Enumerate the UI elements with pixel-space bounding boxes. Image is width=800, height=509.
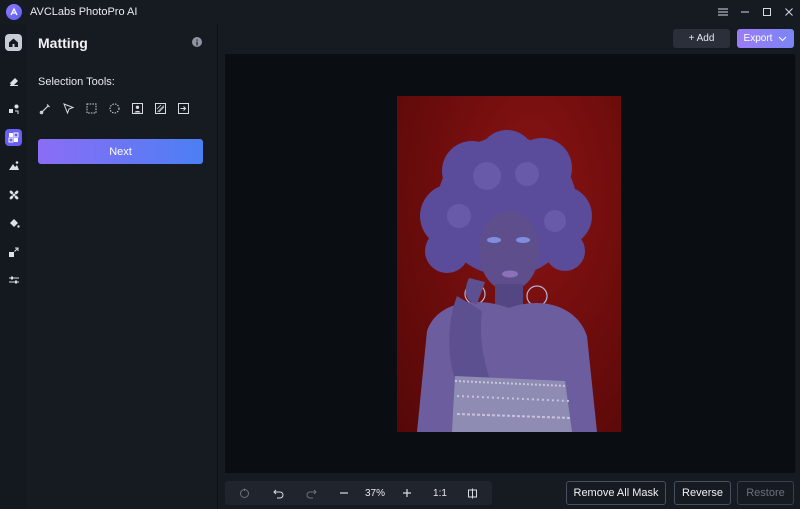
portrait-select-icon[interactable] bbox=[130, 101, 145, 116]
export-label: Export bbox=[743, 33, 773, 44]
maximize-icon[interactable] bbox=[756, 0, 778, 24]
reset-icon[interactable] bbox=[235, 481, 253, 505]
paint-bucket-icon[interactable] bbox=[5, 214, 22, 231]
pattern-select-icon[interactable] bbox=[153, 101, 168, 116]
matting-icon[interactable] bbox=[5, 129, 22, 146]
import-select-icon[interactable] bbox=[176, 101, 191, 116]
eraser-icon[interactable] bbox=[5, 72, 22, 89]
remove-all-mask-button[interactable]: Remove All Mask bbox=[566, 481, 666, 505]
panel-title: Matting bbox=[38, 35, 88, 51]
chevron-down-icon bbox=[779, 36, 787, 41]
fan-icon[interactable] bbox=[5, 186, 22, 203]
menu-icon[interactable] bbox=[712, 0, 734, 24]
crop-expand-icon[interactable] bbox=[5, 243, 22, 260]
title-bar: AVCLabs PhotoPro AI bbox=[0, 0, 800, 24]
export-button[interactable]: Export bbox=[737, 29, 794, 48]
adjust-sliders-icon[interactable] bbox=[5, 271, 22, 288]
tool-rail bbox=[0, 24, 27, 509]
pointer-icon[interactable] bbox=[61, 101, 76, 116]
zoom-out-icon[interactable] bbox=[335, 481, 353, 505]
matting-panel: Matting Selection Tools: Next bbox=[27, 24, 217, 509]
enhance-icon[interactable] bbox=[5, 157, 22, 174]
info-icon[interactable] bbox=[192, 37, 202, 47]
compare-icon[interactable] bbox=[463, 481, 481, 505]
app-title: AVCLabs PhotoPro AI bbox=[30, 6, 138, 18]
rect-select-icon[interactable] bbox=[84, 101, 99, 116]
zoom-in-icon[interactable] bbox=[398, 481, 416, 505]
restore-button[interactable]: Restore bbox=[737, 481, 794, 505]
ellipse-select-icon[interactable] bbox=[107, 101, 122, 116]
minimize-icon[interactable] bbox=[734, 0, 756, 24]
close-icon[interactable] bbox=[778, 0, 800, 24]
next-button[interactable]: Next bbox=[38, 139, 203, 164]
object-replace-icon[interactable] bbox=[5, 100, 22, 117]
selection-tools bbox=[38, 101, 199, 116]
zoom-level: 37% bbox=[364, 487, 385, 499]
add-button[interactable]: + Add bbox=[673, 29, 730, 48]
redo-icon[interactable] bbox=[302, 481, 320, 505]
portrait-photo[interactable] bbox=[397, 96, 621, 432]
reverse-button[interactable]: Reverse bbox=[674, 481, 731, 505]
home-icon[interactable] bbox=[5, 34, 22, 51]
brush-icon[interactable] bbox=[38, 101, 53, 116]
zoom-toolbar: 37% 1:1 bbox=[225, 481, 492, 505]
app-logo-icon bbox=[6, 4, 22, 20]
undo-icon[interactable] bbox=[269, 481, 287, 505]
selection-tools-label: Selection Tools: bbox=[38, 76, 115, 88]
actual-size-button[interactable]: 1:1 bbox=[429, 481, 451, 505]
